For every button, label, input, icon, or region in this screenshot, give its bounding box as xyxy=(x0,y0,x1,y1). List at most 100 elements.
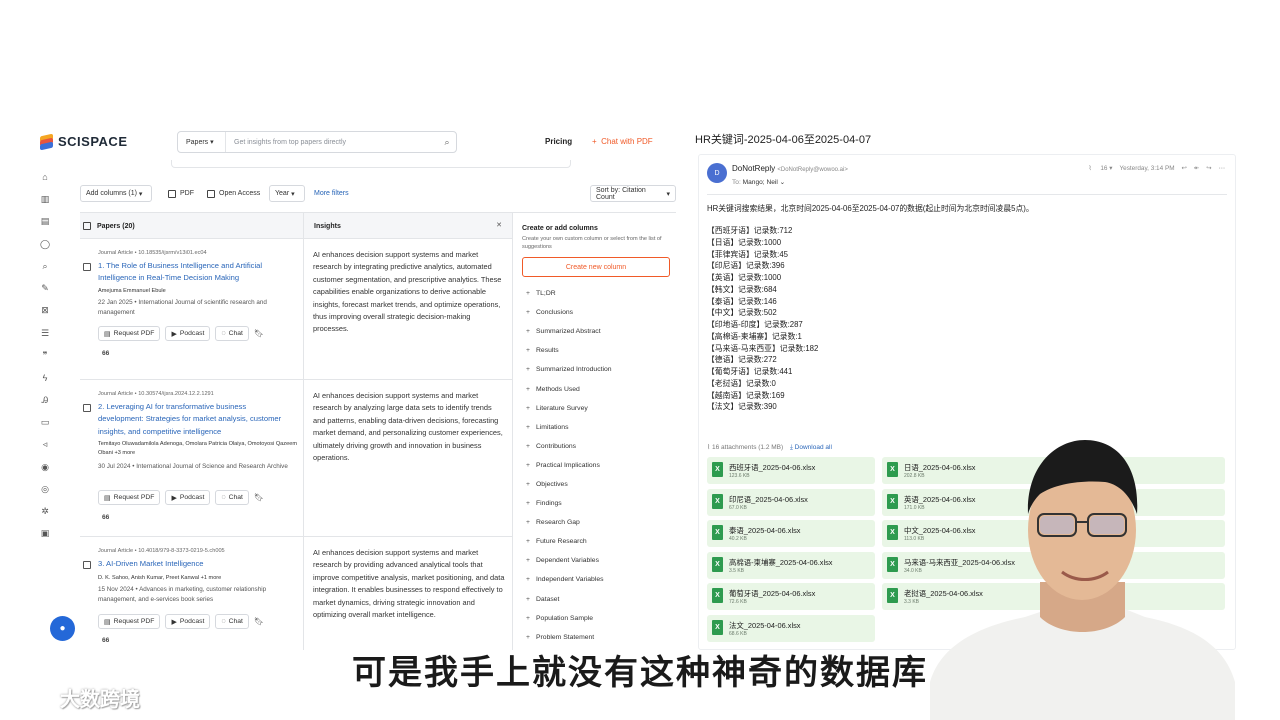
list-icon[interactable]: ☰ xyxy=(30,322,60,344)
open-access-checkbox[interactable] xyxy=(207,189,215,198)
column-suggestion-item[interactable]: + Summarized Abstract xyxy=(522,322,676,341)
column-suggestion-item[interactable]: + Summarized Introduction xyxy=(522,360,676,379)
column-suggestion-item[interactable]: + TL;DR xyxy=(522,284,676,303)
user-avatar-button[interactable]: ● xyxy=(50,616,75,641)
sort-dropdown[interactable]: Sort by: Citation Count ▾ xyxy=(590,185,676,202)
paper-title[interactable]: 3. AI-Driven Market Intelligence xyxy=(98,558,293,570)
chevron-down-icon[interactable]: ⌄ xyxy=(780,179,786,186)
attachment-file[interactable]: X 西班牙语_2025-04-06.xlsx 123.6 KB xyxy=(707,457,875,484)
attachment-file[interactable]: X 高棉语-柬埔寨_2025-04-06.xlsx 3.5 KB xyxy=(707,551,875,579)
attachment-file[interactable]: X 泰语_2025-04-06.xlsx 40.2 KB xyxy=(707,520,875,548)
chat-with-pdf-button[interactable]: + Chat with PDF xyxy=(592,137,653,146)
chat-icon[interactable]: ◯ xyxy=(30,233,60,255)
column-suggestion-item[interactable]: + Population Sample xyxy=(522,609,676,628)
home-icon[interactable]: ⌂ xyxy=(30,166,60,188)
column-suggestion-label: Independent Variables xyxy=(536,576,604,584)
paper-title[interactable]: 2. Leveraging AI for transformative busi… xyxy=(98,401,293,438)
chat-button[interactable]: ◌ Chat xyxy=(215,326,249,341)
more-icon[interactable]: ⋯ xyxy=(1219,164,1225,172)
column-suggestion-item[interactable]: + Conclusions xyxy=(522,303,676,322)
excel-icon: X xyxy=(712,525,723,541)
quote-icon[interactable]: ❞ xyxy=(30,344,60,366)
podcast-button[interactable]: ▶ Podcast xyxy=(165,614,211,629)
reply-icon[interactable]: ↩ xyxy=(1182,164,1187,172)
podcast-button[interactable]: ▶ Podcast xyxy=(165,490,211,505)
column-suggestion-item[interactable]: + Methods Used xyxy=(522,379,676,398)
column-suggestion-item[interactable]: + Dependent Variables xyxy=(522,551,676,570)
chat-button[interactable]: ◌ Chat xyxy=(215,614,249,629)
column-suggestion-item[interactable]: + Dataset xyxy=(522,590,676,609)
column-suggestion-item[interactable]: + Objectives xyxy=(522,475,676,494)
language-count-line: 【泰语】记录数:146 xyxy=(707,296,777,306)
discord-icon[interactable]: ▣ xyxy=(30,523,60,545)
add-columns-button[interactable]: Add columns (1) ▾ xyxy=(80,185,152,202)
select-all-checkbox[interactable] xyxy=(83,222,91,230)
search-icon[interactable]: ⌕ xyxy=(438,137,456,148)
reply-all-icon[interactable]: ↞ xyxy=(1194,164,1199,172)
column-suggestion-item[interactable]: + Results xyxy=(522,341,676,360)
column-suggestion-item[interactable]: + Limitations xyxy=(522,418,676,437)
ai-writer-icon[interactable]: Ꭿ xyxy=(30,389,60,411)
row-checkbox[interactable] xyxy=(83,263,91,271)
bookmark-icon[interactable]: 🔖︎ xyxy=(254,614,264,629)
close-icon[interactable]: ✕ xyxy=(496,221,502,229)
year-dropdown[interactable]: Year ▾ xyxy=(269,185,305,202)
openai-icon[interactable]: ✲ xyxy=(30,500,60,522)
attachment-file[interactable]: X 葡萄牙语_2025-04-06.xlsx 72.6 KB xyxy=(707,583,875,611)
video-icon[interactable]: ▭ xyxy=(30,411,60,433)
email-subject: HR关键词-2025-04-06至2025-04-07 xyxy=(695,134,872,146)
attachment-file[interactable]: X 法文_2025-04-06.xlsx 68.6 KB xyxy=(707,615,875,642)
megaphone-icon[interactable]: ◃ xyxy=(30,434,60,456)
chat-button[interactable]: ◌ Chat xyxy=(215,490,249,505)
create-new-column-button[interactable]: Create new column xyxy=(522,257,670,277)
column-suggestion-item[interactable]: + Research Gap xyxy=(522,513,676,532)
pdf-filter[interactable]: PDF xyxy=(163,185,199,202)
open-access-filter[interactable]: Open Access xyxy=(202,185,265,202)
paper-title[interactable]: 1. The Role of Business Intelligence and… xyxy=(98,260,293,285)
library-icon[interactable]: ▥ xyxy=(30,188,60,210)
column-suggestion-label: Research Gap xyxy=(536,519,580,527)
row-checkbox[interactable] xyxy=(83,561,91,569)
search-type-dropdown[interactable]: Papers ▾ xyxy=(178,132,226,152)
paper-meta: 15 Nov 2024 • Advances in marketing, cus… xyxy=(98,586,267,603)
search-bar[interactable]: Papers ▾ Get insights from top papers di… xyxy=(177,131,457,153)
column-suggestion-label: Problem Statement xyxy=(536,633,595,641)
attachment-file[interactable]: X 印尼语_2025-04-06.xlsx 67.0 KB xyxy=(707,488,875,516)
scispace-logo[interactable]: SCISPACE xyxy=(40,133,128,151)
request-pdf-button[interactable]: ▤ Request PDF xyxy=(98,326,161,341)
column-suggestion-item[interactable]: + Findings xyxy=(522,494,676,513)
columns-panel-subtitle: Create your own custom column or select … xyxy=(522,236,662,250)
notebook-icon[interactable]: ▤ xyxy=(30,211,60,233)
pdf-checkbox[interactable] xyxy=(168,189,176,198)
pen-icon[interactable]: ✎ xyxy=(30,277,60,299)
request-pdf-button[interactable]: ▤ Request PDF xyxy=(98,614,161,629)
plus-icon: + xyxy=(526,576,530,584)
paper-authors: Amejuma Emmanuel Ebule xyxy=(98,288,166,294)
plus-icon: + xyxy=(526,500,530,508)
bolt-icon[interactable]: ϟ xyxy=(30,367,60,389)
bookmark-icon[interactable]: 🔖︎ xyxy=(254,490,264,505)
bookmark-icon[interactable]: 🔖︎ xyxy=(254,326,264,341)
column-suggestion-item[interactable]: + Practical Implications xyxy=(522,456,676,475)
more-filters-link[interactable]: More filters xyxy=(314,190,349,197)
open-access-label: Open Access xyxy=(219,190,261,197)
column-suggestion-item[interactable]: + Future Research xyxy=(522,532,676,551)
search-input[interactable]: Get insights from top papers directly xyxy=(226,139,438,146)
column-suggestion-item[interactable]: + Literature Survey xyxy=(522,399,676,418)
excel-icon: X xyxy=(712,588,723,604)
column-suggestion-item[interactable]: + Contributions xyxy=(522,437,676,456)
column-suggestion-item[interactable]: + Independent Variables xyxy=(522,570,676,589)
apple-icon[interactable]: ◉ xyxy=(30,456,60,478)
chrome-icon[interactable]: ◎ xyxy=(30,478,60,500)
search-icon[interactable]: ⌕ xyxy=(30,255,60,277)
podcast-button[interactable]: ▶ Podcast xyxy=(165,326,211,341)
row-checkbox[interactable] xyxy=(83,404,91,412)
request-pdf-button[interactable]: ▤ Request PDF xyxy=(98,490,161,505)
download-all-link[interactable]: ⤓ Download all xyxy=(790,444,832,451)
forward-icon[interactable]: ↪ xyxy=(1206,164,1211,172)
column-suggestion-item[interactable]: + Problem Statement xyxy=(522,628,676,647)
podcast-label: Podcast xyxy=(179,330,205,337)
pricing-link[interactable]: Pricing xyxy=(545,137,572,146)
attachment-badge[interactable]: ⌇ 16 ▾ xyxy=(1088,164,1112,172)
grid-icon[interactable]: ⊠ xyxy=(30,300,60,322)
